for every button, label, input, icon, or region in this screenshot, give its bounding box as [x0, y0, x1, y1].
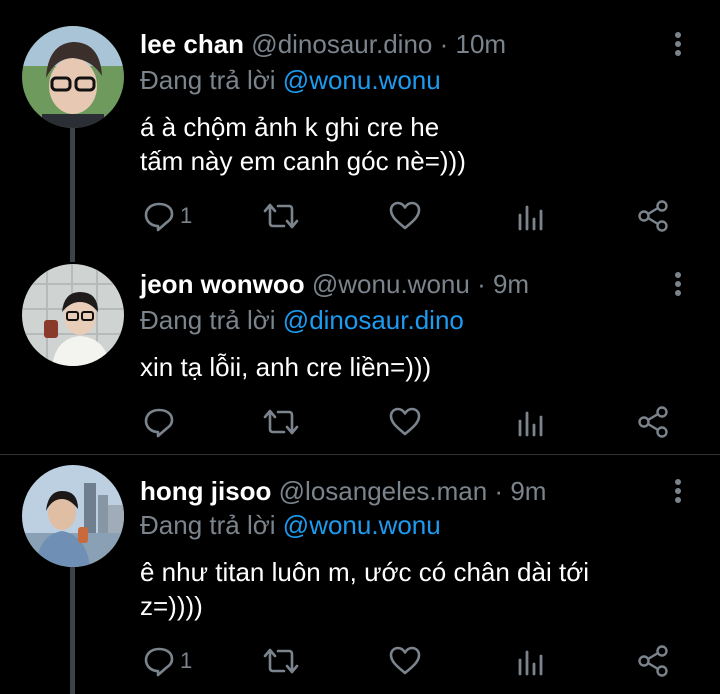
avatar[interactable]	[22, 26, 124, 128]
user-handle[interactable]: @losangeles.man	[279, 476, 488, 506]
share-icon	[638, 200, 668, 232]
like-icon	[389, 201, 421, 230]
retweet-button[interactable]	[262, 641, 300, 681]
tweet-text-line: á à chộm ảnh k ghi cre he	[140, 112, 440, 142]
more-icon[interactable]	[668, 270, 688, 300]
reply-prefix: Đang trả lời	[140, 305, 276, 335]
mention-link[interactable]: @wonu.wonu	[283, 65, 441, 95]
tweet-text-line: ê như titan luôn m, ước có chân dài tới	[140, 557, 590, 587]
reply-button[interactable]	[142, 402, 180, 442]
like-icon	[389, 646, 421, 675]
tweet-text-line: z=))))	[140, 591, 203, 621]
analytics-button[interactable]	[516, 196, 546, 236]
reply-prefix: Đang trả lời	[140, 65, 276, 95]
like-button[interactable]	[388, 402, 422, 442]
retweet-icon	[263, 648, 299, 674]
reply-icon	[144, 202, 174, 232]
analytics-icon	[518, 650, 543, 676]
action-bar: 1	[140, 196, 680, 236]
retweet-icon	[263, 203, 299, 229]
tweet-text-line: tấm này em canh góc nè=)))	[140, 146, 466, 176]
like-button[interactable]	[388, 196, 422, 236]
replying-to: Đang trả lời @wonu.wonu	[140, 64, 441, 96]
thread-line	[70, 567, 75, 694]
like-icon	[389, 407, 421, 436]
display-name[interactable]: hong jisoo	[140, 476, 271, 506]
reply-count: 1	[180, 203, 193, 228]
separator-dot: ·	[494, 476, 504, 506]
like-button[interactable]	[388, 641, 422, 681]
share-button[interactable]	[636, 196, 670, 236]
tweet-text: ê như titan luôn m, ước có chân dài tới …	[140, 555, 680, 623]
mention-link[interactable]: @dinosaur.dino	[283, 305, 464, 335]
separator-dot: ·	[439, 29, 449, 59]
tweet-text-line: xin tạ lỗii, anh cre liền=)))	[140, 352, 432, 382]
share-icon	[638, 645, 668, 677]
timestamp[interactable]: 10m	[456, 29, 507, 59]
tweet-1[interactable]: lee chan @dinosaur.dino · 10m Đang trả l…	[0, 0, 720, 262]
more-icon[interactable]	[668, 477, 688, 507]
analytics-button[interactable]	[516, 641, 546, 681]
display-name[interactable]: jeon wonwoo	[140, 269, 305, 299]
reply-prefix: Đang trả lời	[140, 510, 276, 540]
mention-link[interactable]: @wonu.wonu	[283, 510, 441, 540]
tweet-text: xin tạ lỗii, anh cre liền=)))	[140, 350, 680, 384]
display-name[interactable]: lee chan	[140, 29, 244, 59]
reply-count: 1	[180, 648, 193, 673]
tweet-text: á à chộm ảnh k ghi cre he tấm này em can…	[140, 110, 680, 178]
user-handle[interactable]: @dinosaur.dino	[251, 29, 432, 59]
more-icon[interactable]	[668, 30, 688, 60]
replying-to: Đang trả lời @wonu.wonu	[140, 509, 441, 541]
timestamp[interactable]: 9m	[510, 476, 546, 506]
action-bar	[140, 402, 680, 442]
analytics-icon	[518, 411, 543, 437]
tweet-header: jeon wonwoo @wonu.wonu · 9m	[140, 268, 529, 300]
action-bar: 1	[140, 641, 680, 681]
retweet-icon	[263, 409, 299, 435]
tweet-2[interactable]: jeon wonwoo @wonu.wonu · 9m Đang trả lời…	[0, 260, 720, 454]
retweet-button[interactable]	[262, 402, 300, 442]
user-handle[interactable]: @wonu.wonu	[312, 269, 470, 299]
analytics-button[interactable]	[516, 402, 546, 442]
analytics-icon	[518, 205, 543, 231]
tweet-header: lee chan @dinosaur.dino · 10m	[140, 28, 506, 60]
thread-line	[70, 128, 75, 262]
tweet-header: hong jisoo @losangeles.man · 9m	[140, 475, 546, 507]
separator-dot: ·	[477, 269, 486, 299]
share-button[interactable]	[636, 641, 670, 681]
reply-icon	[144, 408, 174, 438]
replying-to: Đang trả lời @dinosaur.dino	[140, 304, 464, 336]
share-button[interactable]	[636, 402, 670, 442]
tweet-3[interactable]: hong jisoo @losangeles.man · 9m Đang trả…	[0, 455, 720, 694]
reply-button[interactable]: 1	[142, 641, 192, 681]
retweet-button[interactable]	[262, 196, 300, 236]
reply-icon	[144, 647, 174, 677]
avatar[interactable]	[22, 264, 124, 366]
timestamp[interactable]: 9m	[493, 269, 529, 299]
avatar[interactable]	[22, 465, 124, 567]
share-icon	[638, 406, 668, 438]
reply-button[interactable]: 1	[142, 196, 192, 236]
